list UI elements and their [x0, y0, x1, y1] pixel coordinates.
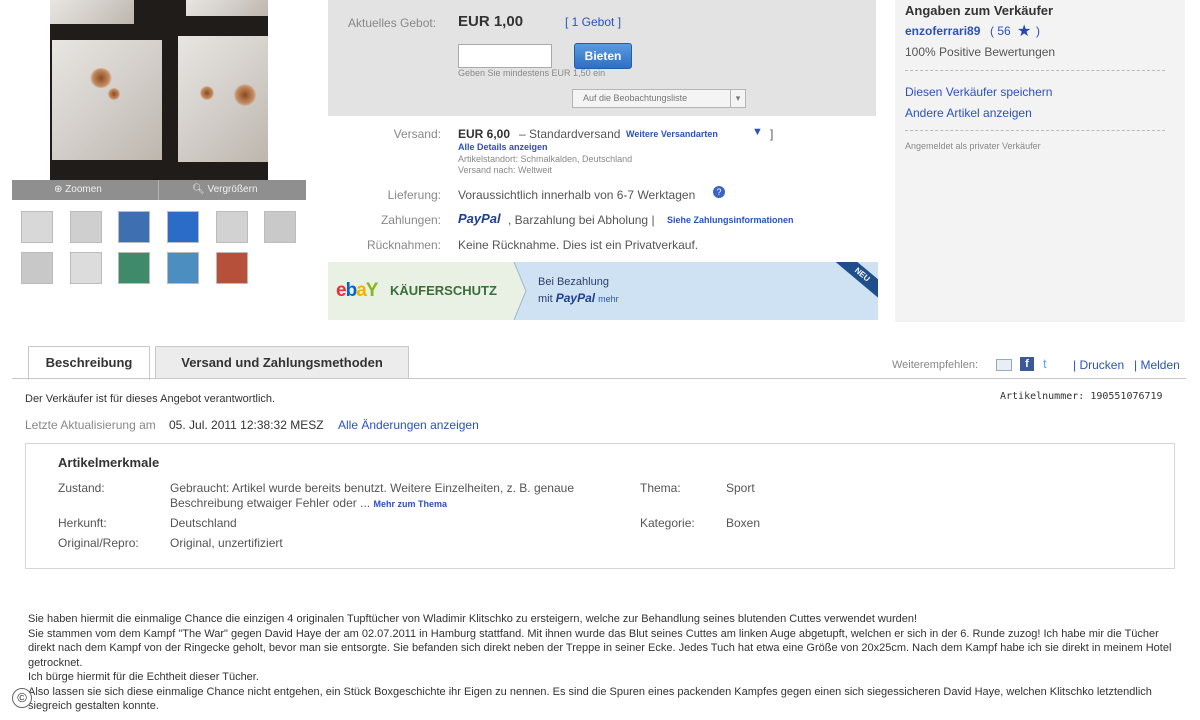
star-icon: ★	[1017, 23, 1032, 40]
last-update-label: Letzte Aktualisierung am	[25, 418, 156, 432]
category-value: Boxen	[726, 516, 761, 530]
twitter-icon[interactable]: t	[1043, 356, 1047, 371]
category-label: Kategorie:	[640, 516, 695, 530]
divider	[905, 130, 1165, 131]
ebay-logo: ebaY	[336, 280, 378, 301]
print-link[interactable]: | Drucken	[1073, 358, 1124, 372]
thumbnail[interactable]	[167, 211, 199, 243]
description-paragraph: Sie haben hiermit die einmalige Chance d…	[28, 613, 918, 625]
seller-responsible-note: Der Verkäufer ist für dieses Angebot ver…	[25, 393, 276, 405]
enlarge-button[interactable]: 🔍︎ Vergrößern	[192, 184, 258, 195]
condition-value: Gebraucht: Artikel wurde bereits benutzt…	[170, 481, 575, 510]
item-description: Sie haben hiermit die einmalige Chance d…	[28, 612, 1173, 714]
tab-description[interactable]: Beschreibung	[28, 346, 150, 380]
buyer-protection-line1: Bei Bezahlung	[538, 276, 609, 288]
thumbnail[interactable]	[118, 211, 150, 243]
seller-heading: Angaben zum Verkäufer	[905, 3, 1054, 18]
min-bid-hint: Geben Sie mindestens EUR 1,50 ein	[458, 68, 606, 78]
ships-to: Versand nach: Weltweit	[458, 165, 552, 175]
zoom-button[interactable]: ⊕ Zoomen	[54, 184, 102, 195]
divider	[905, 70, 1165, 71]
last-update-value: 05. Jul. 2011 12:38:32 MESZ	[169, 418, 324, 432]
toolbar-divider	[158, 180, 159, 200]
current-price: EUR 1,00	[458, 13, 524, 30]
other-items-link[interactable]: Andere Artikel anzeigen	[905, 106, 1032, 120]
tab-shipping-payment[interactable]: Versand und Zahlungsmethoden	[155, 346, 409, 379]
recommend-label: Weiterempfehlen:	[892, 359, 979, 371]
condition-more-link[interactable]: Mehr zum Thema	[373, 499, 447, 509]
returns-label: Rücknahmen:	[366, 238, 441, 252]
image-toolbar: ⊕ Zoomen 🔍︎ Vergrößern	[12, 180, 306, 200]
chevron-down-icon[interactable]: ▼	[752, 126, 763, 138]
paypal-logo: PayPal	[555, 291, 596, 305]
payment-label: Zahlungen:	[380, 213, 441, 227]
all-changes-link[interactable]: Alle Änderungen anzeigen	[338, 418, 479, 432]
description-paragraph: Also lassen sie sich diese einmalige Cha…	[28, 685, 1152, 713]
theme-value: Sport	[726, 481, 755, 495]
more-shipping-link[interactable]: Weitere Versandarten	[626, 129, 718, 139]
thumbnail[interactable]	[21, 252, 53, 284]
shipping-details-link[interactable]: Alle Details anzeigen	[458, 142, 548, 152]
thumbnail[interactable]	[216, 252, 248, 284]
watchlist-label: Auf die Beobachtungsliste	[583, 93, 688, 103]
zoom-icon: ⊕	[54, 184, 63, 195]
save-seller-link[interactable]: Diesen Verkäufer speichern	[905, 85, 1052, 99]
private-seller-note: Angemeldet als privater Verkäufer	[905, 141, 1041, 151]
bid-count-link[interactable]: [ 1 Gebot ]	[565, 15, 621, 29]
origin-value: Deutschland	[170, 516, 237, 530]
paypal-logo: PayPal	[458, 211, 501, 226]
shipping-method: – Standardversand	[519, 127, 621, 141]
email-icon[interactable]	[996, 359, 1012, 371]
bid-button[interactable]: Bieten	[574, 43, 632, 69]
buyer-protection-title: KÄUFERSCHUTZ	[390, 283, 497, 298]
description-paragraph: Ich bürge hiermit für die Echtheit diese…	[28, 671, 259, 683]
original-value: Original, unzertifiziert	[170, 536, 283, 550]
original-label: Original/Repro:	[58, 536, 139, 550]
thumbnail[interactable]	[70, 252, 102, 284]
bracket-close: ]	[770, 127, 774, 141]
buyer-protection-more-link[interactable]: mehr	[598, 294, 619, 304]
watchlist-button[interactable]: Auf die Beobachtungsliste ▾	[572, 89, 746, 108]
shipping-label: Versand:	[393, 127, 441, 141]
thumbnail[interactable]	[264, 211, 296, 243]
returns-value: Keine Rücknahme. Dies ist ein Privatverk…	[458, 238, 699, 252]
thumbnail[interactable]	[118, 252, 150, 284]
report-link[interactable]: | Melden	[1134, 358, 1180, 372]
item-location: Artikelstandort: Schmalkalden, Deutschla…	[458, 154, 633, 164]
current-bid-label: Aktuelles Gebot:	[348, 16, 437, 30]
feedback-score-link[interactable]: ( 56	[990, 24, 1011, 38]
thumbnail[interactable]	[167, 252, 199, 284]
positive-feedback: 100% Positive Bewertungen	[905, 45, 1056, 59]
seller-name-link[interactable]: enzoferrari89	[905, 24, 980, 38]
item-specifics-heading: Artikelmerkmale	[58, 455, 160, 470]
origin-label: Herkunft:	[58, 516, 107, 530]
tab-divider	[12, 378, 1186, 379]
product-photo[interactable]	[50, 0, 268, 180]
delivery-value: Voraussichtlich innerhalb von 6-7 Werkta…	[458, 188, 696, 202]
buyer-protection-banner[interactable]: ebaY KÄUFERSCHUTZ Bei Bezahlung mit PayP…	[328, 262, 878, 320]
help-icon[interactable]: ?	[713, 186, 725, 198]
shipping-price: EUR 6,00	[458, 127, 511, 141]
bid-amount-input[interactable]	[458, 44, 552, 68]
payment-info-link[interactable]: Siehe Zahlungsinformationen	[667, 215, 794, 225]
feedback-score-close: )	[1036, 24, 1040, 38]
buyer-protection-line2: mit PayPal mehr	[538, 291, 619, 305]
condition-label: Zustand:	[58, 481, 105, 495]
delivery-label: Lieferung:	[387, 188, 441, 202]
thumbnail[interactable]	[216, 211, 248, 243]
thumbnail[interactable]	[70, 211, 102, 243]
description-paragraph: Sie stammen vom dem Kampf "The War" gege…	[28, 627, 1172, 669]
thumbnail[interactable]	[21, 211, 53, 243]
payment-methods: , Barzahlung bei Abholung |	[508, 213, 655, 227]
copyright-icon: ©	[12, 688, 32, 708]
chevron-down-icon[interactable]: ▾	[730, 90, 745, 107]
facebook-icon[interactable]: f	[1020, 357, 1034, 371]
item-number: Artikelnummer: 190551076719	[1000, 391, 1163, 402]
magnifier-icon: 🔍︎	[192, 184, 205, 195]
theme-label: Thema:	[640, 481, 681, 495]
